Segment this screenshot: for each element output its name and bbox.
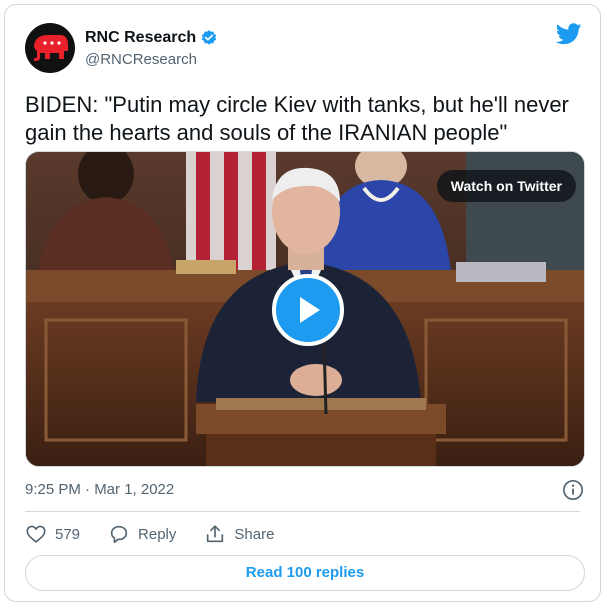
read-replies-button[interactable]: Read 100 replies	[25, 555, 585, 591]
tweet-timestamp[interactable]: 9:25 PM · Mar 1, 2022	[25, 481, 174, 498]
reply-label: Reply	[138, 525, 177, 543]
tweet-embed-card: RNC Research @RNCResearch BIDEN: "Putin …	[4, 4, 601, 602]
twitter-bird-icon[interactable]	[556, 23, 582, 45]
share-icon	[207, 525, 224, 543]
play-button[interactable]	[272, 274, 344, 346]
like-button[interactable]: 579	[25, 523, 80, 545]
account-handle[interactable]: @RNCResearch	[85, 51, 197, 68]
info-icon[interactable]	[562, 479, 584, 501]
tweet-text: BIDEN: "Putin may circle Kiev with tanks…	[25, 92, 569, 145]
divider	[25, 511, 580, 512]
gop-elephant-logo	[34, 35, 68, 61]
account-name-text[interactable]: RNC Research	[85, 29, 196, 47]
reply-button[interactable]: Reply	[108, 523, 176, 545]
tweet-actions: 579 Reply Share	[25, 523, 302, 545]
share-label: Share	[234, 525, 275, 543]
play-icon	[300, 297, 320, 323]
share-button[interactable]: Share	[204, 523, 274, 545]
account-name[interactable]: RNC Research	[85, 29, 218, 47]
reply-bubble-icon	[110, 525, 128, 544]
video-player[interactable]: Watch on Twitter	[25, 151, 585, 467]
avatar[interactable]	[25, 23, 75, 73]
heart-icon	[26, 525, 46, 543]
like-count: 579	[55, 525, 81, 543]
watch-on-twitter-button[interactable]: Watch on Twitter	[436, 170, 576, 202]
verified-badge-icon	[201, 30, 217, 45]
